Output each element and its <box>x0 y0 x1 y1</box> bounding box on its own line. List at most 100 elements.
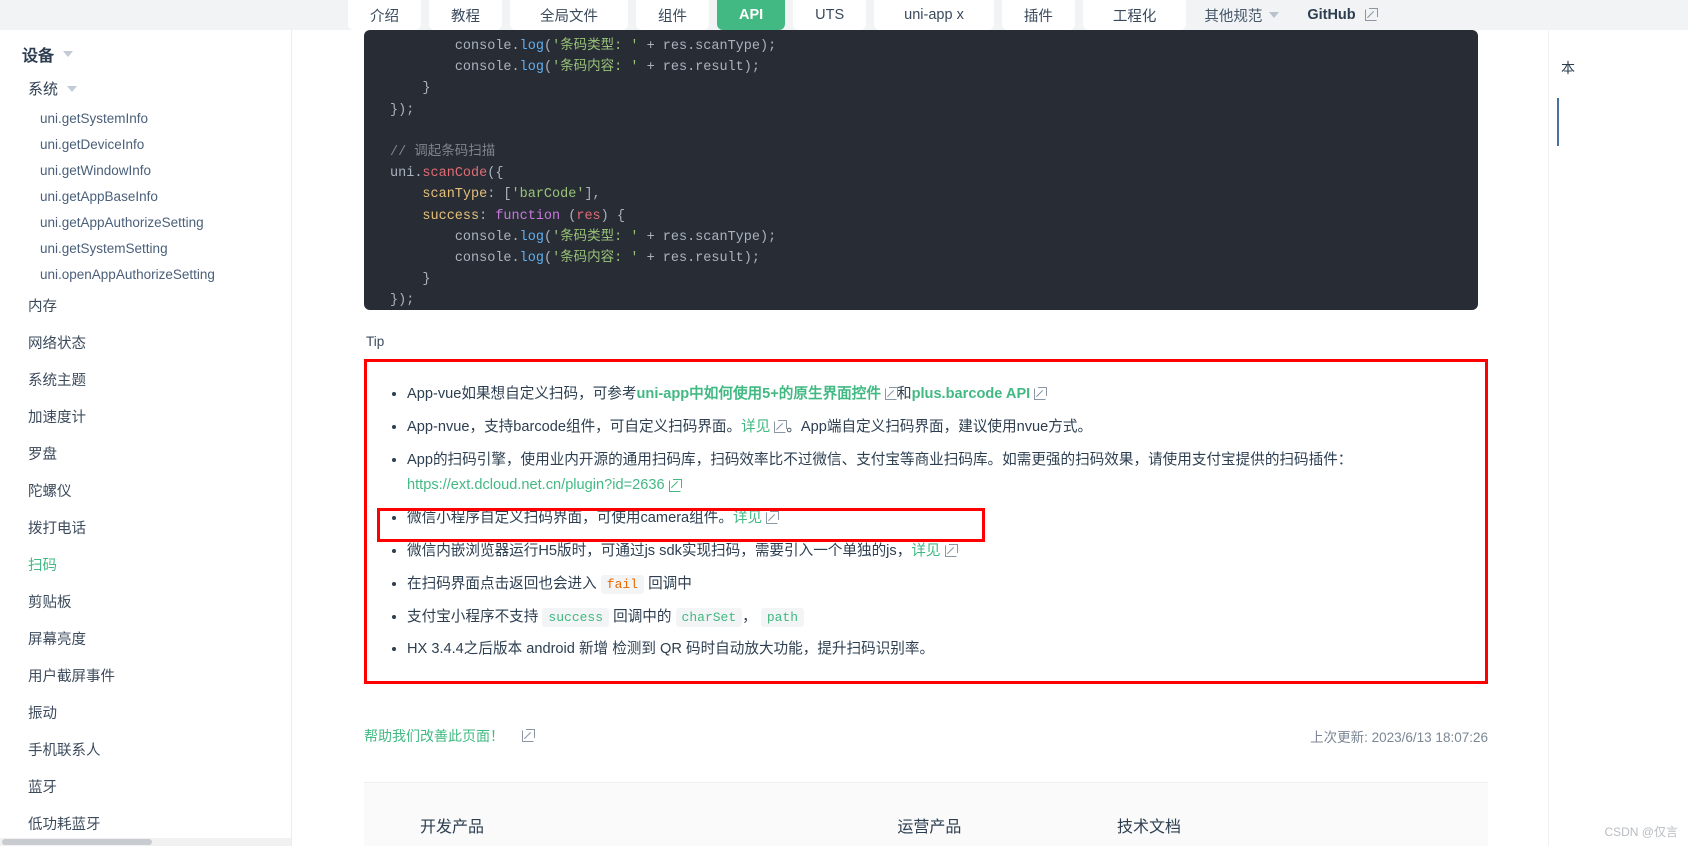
nav-tab-engineering[interactable]: 工程化 <box>1082 0 1187 30</box>
page-root: 介绍 教程 全局文件 组件 API UTS uni-app x 插件 工程化 其… <box>0 0 1688 846</box>
sidebar-item-screen-brightness[interactable]: 屏幕亮度 <box>0 620 291 657</box>
nav-tab-label: 全局文件 <box>540 8 598 25</box>
sidebar-group-label: 设备 <box>22 48 55 65</box>
sidebar-item-network[interactable]: 网络状态 <box>0 324 291 361</box>
site-footer-col-docs: 技术文档 <box>1117 813 1432 846</box>
nav-tab-components[interactable]: 组件 <box>636 0 709 30</box>
sidebar-api-getSystemInfo[interactable]: uni.getSystemInfo <box>0 105 291 131</box>
external-link-icon <box>522 729 535 743</box>
nav-tab-intro[interactable]: 介绍 <box>348 0 421 30</box>
top-navigation: 介绍 教程 全局文件 组件 API UTS uni-app x 插件 工程化 其… <box>0 0 1688 30</box>
tip-list: App-vue如果想自定义扫码，可参考uni-app中如何使用5+的原生界面控件… <box>385 382 1467 663</box>
watermark: CSDN @仅言 <box>1604 825 1678 839</box>
improve-page-link[interactable]: 帮助我们改善此页面！ <box>364 726 535 746</box>
tip-text: App-nvue，支持barcode组件，可自定义扫码界面。 <box>407 418 742 435</box>
nav-tab-label: 工程化 <box>1112 8 1157 25</box>
nav-github-label: GitHub <box>1307 7 1356 23</box>
sidebar-item-accelerometer[interactable]: 加速度计 <box>0 398 291 435</box>
sidebar-group-device[interactable]: 设备 <box>0 36 291 72</box>
tip-item-app-nvue: App-nvue，支持barcode组件，可自定义扫码界面。详见。App端自定义… <box>407 415 1467 441</box>
sidebar[interactable]: 设备 系统 uni.getSystemInfo uni.getDeviceInf… <box>0 30 292 846</box>
tip-item-scan-engine: App的扫码引擎，使用业内开源的通用扫码库，扫码效率比不过微信、支付宝等商业扫码… <box>407 448 1467 500</box>
site-footer: 开发产品 运营产品 技术文档 <box>364 782 1488 846</box>
sidebar-item-make-call[interactable]: 拨打电话 <box>0 509 291 546</box>
tip-text: 微信小程序自定义扫码界面，可使用camera组件。 <box>407 510 733 527</box>
tip-text: 回调中的 <box>613 608 672 625</box>
tip-item-hx-qr-zoom: HX 3.4.4之后版本 android 新增 检测到 QR 码时自动放大功能，… <box>407 637 1467 663</box>
tip-item-wechat-miniprogram-camera: 微信小程序自定义扫码界面，可使用camera组件。详见 <box>407 506 1467 532</box>
nav-tab-api[interactable]: API <box>717 0 786 30</box>
sidebar-item-memory[interactable]: 内存 <box>0 287 291 324</box>
tip-text: App的扫码引擎，使用业内开源的通用扫码库，扫码效率比不过微信、支付宝等商业扫码… <box>407 451 1353 468</box>
link-alipay-scan-plugin[interactable]: https://ext.dcloud.net.cn/plugin?id=2636 <box>407 477 665 493</box>
sidebar-api-getSystemSetting[interactable]: uni.getSystemSetting <box>0 235 291 261</box>
tip-text: 微信内嵌浏览器运行H5版时，可通过js sdk实现扫码，需要引入一个单独的js， <box>407 542 912 559</box>
outline-title: 本 <box>1561 60 1575 76</box>
sidebar-item-scan-code[interactable]: 扫码 <box>0 546 291 583</box>
sidebar-api-getAppAuthorizeSetting[interactable]: uni.getAppAuthorizeSetting <box>0 209 291 235</box>
code-success: success <box>542 607 610 627</box>
sidebar-item-bluetooth[interactable]: 蓝牙 <box>0 768 291 805</box>
link-plus-barcode-api[interactable]: plus.barcode API <box>912 386 1031 402</box>
sidebar-item-gyroscope[interactable]: 陀螺仪 <box>0 472 291 509</box>
sidebar-item-screenshot-event[interactable]: 用户截屏事件 <box>0 657 291 694</box>
sidebar-item-clipboard[interactable]: 剪贴板 <box>0 583 291 620</box>
nav-tab-global-files[interactable]: 全局文件 <box>510 0 628 30</box>
content-inner: console.log('条码类型: ' + res.scanType); co… <box>292 30 1548 846</box>
code-fail: fail <box>600 574 645 594</box>
site-footer-title-docs: 技术文档 <box>1117 813 1402 846</box>
page-footer-row: 帮助我们改善此页面！ 上次更新: 2023/6/13 18:07:26 <box>364 726 1488 746</box>
scrollbar-thumb[interactable] <box>2 839 152 845</box>
link-uniapp-5plus-native-control[interactable]: uni-app中如何使用5+的原生界面控件 <box>636 386 880 402</box>
sidebar-api-getWindowInfo[interactable]: uni.getWindowInfo <box>0 157 291 183</box>
external-link-icon <box>668 478 682 492</box>
external-link-icon <box>884 387 898 401</box>
tip-item-alipay-unsupported: 支付宝小程序不支持 success 回调中的 charSet， path <box>407 605 1467 631</box>
external-link-icon <box>774 419 788 433</box>
nav-tab-label: UTS <box>815 7 845 23</box>
nav-tab-label: 插件 <box>1023 8 1053 25</box>
link-detail-camera[interactable]: 详见 <box>733 510 762 526</box>
code-block-content: console.log('条码类型: ' + res.scanType); co… <box>390 39 777 309</box>
sidebar-item-theme[interactable]: 系统主题 <box>0 361 291 398</box>
code-block: console.log('条码类型: ' + res.scanType); co… <box>364 30 1478 310</box>
sidebar-api-getDeviceInfo[interactable]: uni.getDeviceInfo <box>0 131 291 157</box>
nav-tab-label: 介绍 <box>370 8 399 25</box>
external-link-icon <box>1364 8 1378 21</box>
tip-highlight-box: App-vue如果想自定义扫码，可参考uni-app中如何使用5+的原生界面控件… <box>364 359 1488 685</box>
sidebar-api-getAppBaseInfo[interactable]: uni.getAppBaseInfo <box>0 183 291 209</box>
nav-tab-label: API <box>739 7 764 23</box>
sidebar-item-vibrate[interactable]: 振动 <box>0 694 291 731</box>
chevron-down-icon <box>63 51 74 57</box>
nav-tab-uni-app-x[interactable]: uni-app x <box>874 0 994 30</box>
nav-other-spec[interactable]: 其他规范 <box>1194 0 1289 30</box>
link-detail-jssdk[interactable]: 详见 <box>911 543 940 559</box>
nav-tab-label: 教程 <box>451 8 480 25</box>
nav-tab-list: 介绍 教程 全局文件 组件 API UTS uni-app x 插件 工程化 其… <box>348 0 1387 30</box>
sidebar-item-compass[interactable]: 罗盘 <box>0 435 291 472</box>
site-footer-title-ops: 运营产品 <box>897 813 1087 846</box>
nav-tab-tutorial[interactable]: 教程 <box>429 0 502 30</box>
nav-tab-plugins[interactable]: 插件 <box>1001 0 1075 30</box>
sidebar-api-openAppAuthorizeSetting[interactable]: uni.openAppAuthorizeSetting <box>0 261 291 287</box>
sidebar-item-ble[interactable]: 低功耗蓝牙 <box>0 805 291 842</box>
site-footer-title-dev: 开发产品 <box>420 813 867 846</box>
tip-text: App-vue如果想自定义扫码，可参考 <box>407 386 637 402</box>
chevron-down-icon <box>1269 12 1280 18</box>
tip-text: 。App端自定义扫码界面，建议使用nvue方式。 <box>786 418 1093 435</box>
right-outline-rail: 本 <box>1548 30 1688 846</box>
nav-tab-uts[interactable]: UTS <box>793 0 867 30</box>
sidebar-item-contacts[interactable]: 手机联系人 <box>0 731 291 768</box>
tip-text: HX 3.4.4之后版本 android 新增 检测到 QR 码时自动放大功能，… <box>407 641 935 658</box>
nav-github-link[interactable]: GitHub <box>1297 0 1386 30</box>
code-path: path <box>760 607 805 627</box>
sidebar-subgroup-system[interactable]: 系统 <box>0 72 291 105</box>
code-charset: charSet <box>675 607 743 627</box>
site-footer-col-ops: 运营产品 <box>897 813 1117 846</box>
outline-active-indicator <box>1557 98 1559 146</box>
tip-item-wechat-h5-jssdk: 微信内嵌浏览器运行H5版时，可通过js sdk实现扫码，需要引入一个单独的js，… <box>407 539 1467 565</box>
tip-item-app-vue: App-vue如果想自定义扫码，可参考uni-app中如何使用5+的原生界面控件… <box>407 382 1467 408</box>
sidebar-horizontal-scrollbar[interactable] <box>0 838 291 846</box>
link-detail-nvue[interactable]: 详见 <box>741 419 770 435</box>
external-link-icon <box>944 544 958 558</box>
